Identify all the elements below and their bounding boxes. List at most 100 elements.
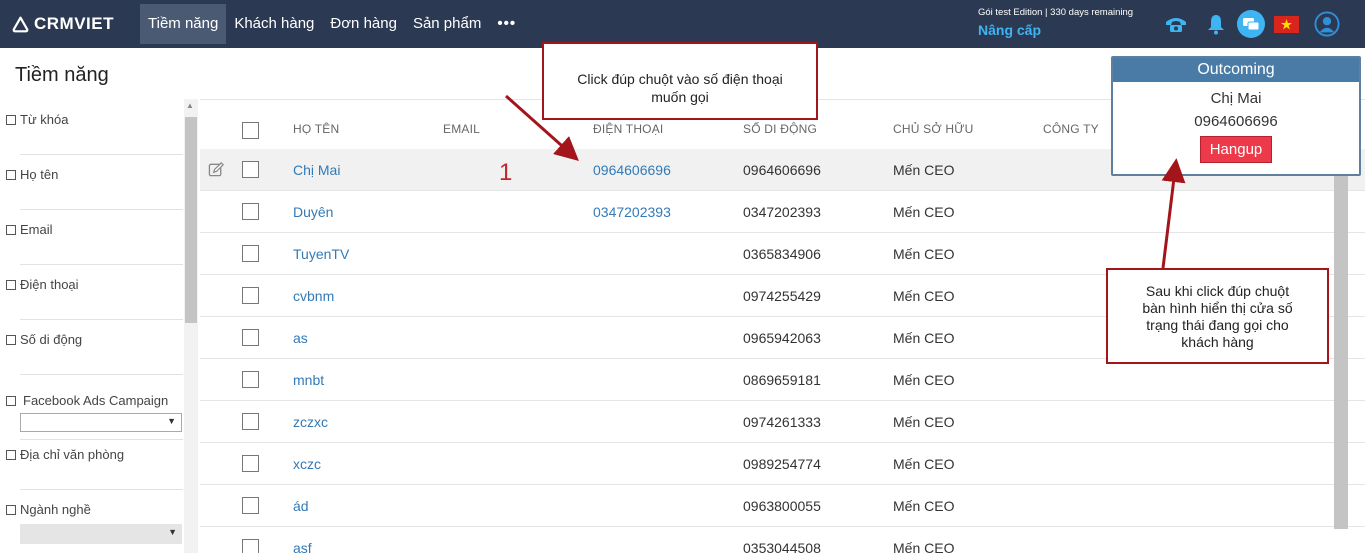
row-checkbox[interactable]: [242, 455, 259, 472]
filter-label: Email: [20, 222, 53, 237]
col-header-email[interactable]: EMAIL: [443, 122, 480, 136]
table-row[interactable]: zczxc 0974261333 Mến CEO: [200, 401, 1365, 443]
edition-info: Gói test Edition | 330 days remaining: [978, 7, 1134, 18]
row-checkbox[interactable]: [242, 203, 259, 220]
page-title: Tiềm năng: [15, 64, 109, 86]
col-header-phone[interactable]: ĐIỆN THOẠI: [593, 122, 663, 136]
lead-owner: Mến CEO: [893, 372, 955, 388]
lead-name-link[interactable]: ád: [293, 498, 309, 514]
filter-checkbox[interactable]: [6, 395, 16, 406]
facebook-ads-select[interactable]: ▼: [20, 413, 182, 432]
filter-mobile[interactable]: Số di động: [0, 332, 183, 347]
row-checkbox[interactable]: [242, 371, 259, 388]
lead-name-link[interactable]: xczc: [293, 456, 321, 472]
filter-checkbox[interactable]: [6, 279, 16, 290]
lead-mobile: 0974255429: [743, 288, 821, 304]
lead-owner: Mến CEO: [893, 414, 955, 430]
table-row[interactable]: xczc 0989254774 Mến CEO: [200, 443, 1365, 485]
scroll-up-icon[interactable]: ▲: [186, 101, 194, 110]
lead-name-link[interactable]: as: [293, 330, 308, 346]
lead-phone-link[interactable]: 0964606696: [593, 162, 671, 178]
nav-don-hang[interactable]: Đơn hàng: [322, 4, 405, 44]
filter-divider: [20, 154, 183, 155]
lead-name-link[interactable]: TuyenTV: [293, 246, 349, 262]
filter-phone[interactable]: Điện thoại: [0, 277, 183, 292]
filter-checkbox[interactable]: [6, 224, 16, 235]
filter-label: Facebook Ads Campaign: [23, 393, 169, 408]
hangup-button[interactable]: Hangup: [1200, 136, 1272, 163]
lead-name-link[interactable]: zczxc: [293, 414, 328, 430]
nav-tiem-nang[interactable]: Tiềm năng: [140, 4, 227, 44]
lead-mobile: 0974261333: [743, 414, 821, 430]
col-header-owner[interactable]: CHỦ SỞ HỮU: [893, 122, 974, 136]
chevron-down-icon: ▼: [168, 527, 177, 537]
col-header-company[interactable]: CÔNG TY: [1043, 122, 1099, 136]
row-checkbox[interactable]: [242, 287, 259, 304]
filter-checkbox[interactable]: [6, 449, 16, 460]
lead-owner: Mến CEO: [893, 330, 955, 346]
upgrade-link[interactable]: Nâng cấp: [978, 22, 1041, 38]
filter-label: Ngành nghề: [20, 502, 91, 517]
filter-facebook-ads[interactable]: Facebook Ads Campaign: [0, 393, 183, 408]
table-row[interactable]: asf 0353044508 Mến CEO: [200, 527, 1365, 553]
filter-sidebar: Từ khóa Họ tên Email Điện thoại Số di độ…: [0, 99, 183, 553]
filter-divider: [20, 489, 183, 490]
sidebar-scrollbar[interactable]: ▲: [184, 99, 198, 553]
lead-name-link[interactable]: asf: [293, 540, 312, 553]
lead-name-link[interactable]: mnbt: [293, 372, 324, 388]
nav-san-pham[interactable]: Sản phẩm: [405, 4, 489, 44]
col-header-name[interactable]: HỌ TÊN: [293, 122, 339, 136]
chevron-down-icon: ▼: [167, 416, 176, 426]
lead-name-link[interactable]: Duyên: [293, 204, 333, 220]
filter-checkbox[interactable]: [6, 334, 16, 345]
callout-text: trạng thái đang gọi cho: [1146, 317, 1289, 333]
more-menu-icon[interactable]: •••: [489, 4, 524, 44]
popup-title: Outcoming: [1113, 58, 1359, 82]
filter-name[interactable]: Họ tên: [0, 167, 183, 182]
table-scrollbar[interactable]: [1334, 149, 1348, 529]
select-all-checkbox[interactable]: [242, 122, 259, 139]
filter-label: Địa chỉ văn phòng: [20, 447, 125, 462]
filter-industry[interactable]: Ngành nghề: [0, 502, 183, 517]
filter-email[interactable]: Email: [0, 222, 183, 237]
row-checkbox[interactable]: [242, 497, 259, 514]
logo-icon: [12, 16, 29, 32]
sidebar-scroll-thumb[interactable]: [185, 117, 197, 323]
row-checkbox[interactable]: [242, 539, 259, 553]
lead-phone-link[interactable]: 0347202393: [593, 204, 671, 220]
crmviet-logo[interactable]: CRMVIET: [12, 13, 114, 35]
instruction-callout-right: Sau khi click đúp chuột bàn hình hiển th…: [1106, 268, 1329, 364]
row-checkbox[interactable]: [242, 329, 259, 346]
table-row[interactable]: Duyên 0347202393 0347202393 Mến CEO: [200, 191, 1365, 233]
filter-checkbox[interactable]: [6, 504, 16, 515]
filter-checkbox[interactable]: [6, 114, 16, 125]
phone-icon[interactable]: [1163, 11, 1189, 37]
industry-select[interactable]: ▼: [20, 524, 182, 544]
callout-text: bàn hình hiển thị cửa số: [1142, 300, 1293, 316]
bell-icon[interactable]: [1203, 11, 1229, 37]
outgoing-call-popup: Outcoming Chị Mai 0964606696 Hangup: [1111, 56, 1361, 176]
vietnam-flag-icon[interactable]: [1273, 11, 1299, 37]
lead-name-link[interactable]: cvbnm: [293, 288, 334, 304]
lead-owner: Mến CEO: [893, 162, 955, 178]
lead-mobile: 0365834906: [743, 246, 821, 262]
chat-icon[interactable]: [1236, 9, 1266, 39]
filter-divider: [20, 264, 183, 265]
filter-keyword[interactable]: Từ khóa: [0, 112, 183, 127]
user-avatar-icon[interactable]: [1314, 11, 1340, 37]
nav-khach-hang[interactable]: Khách hàng: [226, 4, 322, 44]
table-row[interactable]: mnbt 0869659181 Mến CEO: [200, 359, 1365, 401]
col-header-mobile[interactable]: SỐ DI ĐỘNG: [743, 122, 817, 136]
instruction-callout-top: Click đúp chuột vào số điện thoại muốn g…: [542, 42, 818, 120]
filter-office-address[interactable]: Địa chỉ văn phòng: [0, 447, 183, 462]
row-checkbox[interactable]: [242, 413, 259, 430]
filter-checkbox[interactable]: [6, 169, 16, 180]
callout-text: muốn gọi: [651, 89, 709, 105]
edit-icon[interactable]: [208, 161, 225, 178]
lead-owner: Mến CEO: [893, 288, 955, 304]
row-checkbox[interactable]: [242, 245, 259, 262]
row-checkbox[interactable]: [242, 161, 259, 178]
lead-owner: Mến CEO: [893, 246, 955, 262]
table-row[interactable]: ád 0963800055 Mến CEO: [200, 485, 1365, 527]
lead-name-link[interactable]: Chị Mai: [293, 162, 340, 178]
